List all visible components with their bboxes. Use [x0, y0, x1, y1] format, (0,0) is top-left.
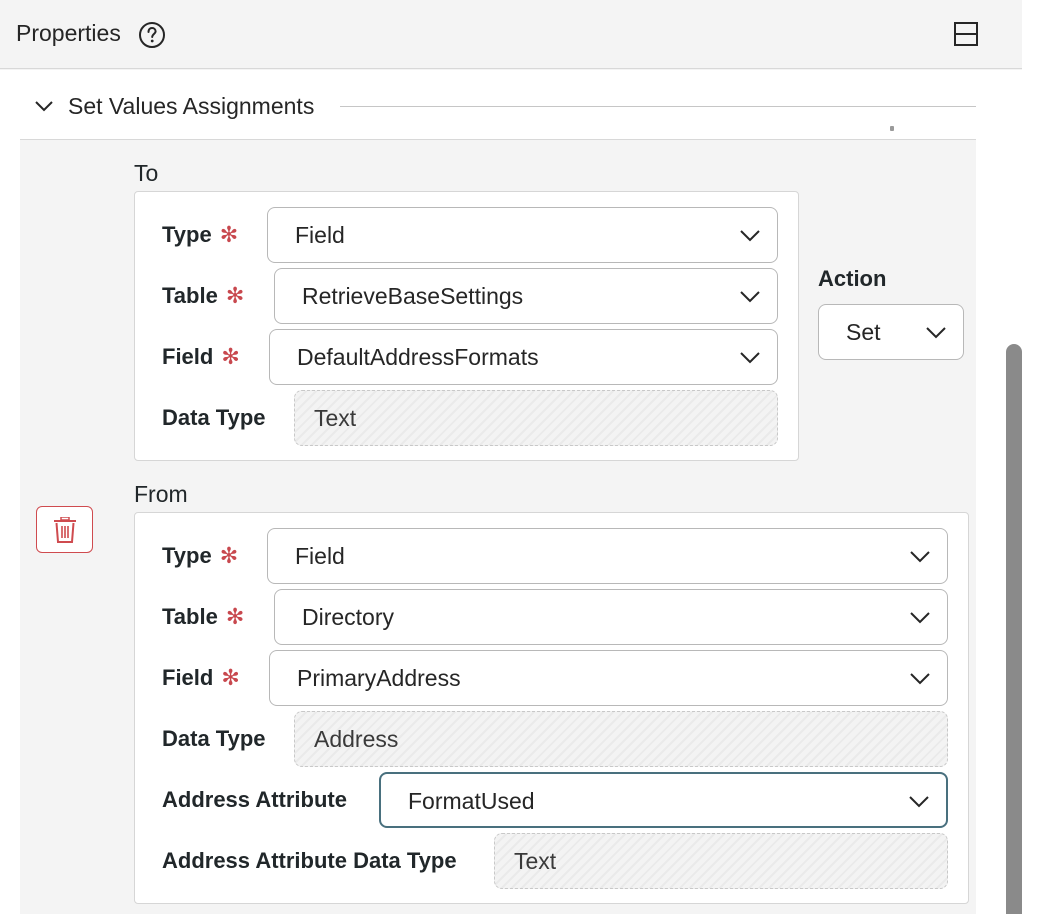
to-table-select[interactable]: RetrieveBaseSettings — [274, 268, 778, 324]
address-attribute-select[interactable]: FormatUsed — [379, 772, 948, 828]
required-icon: ✻ — [225, 283, 245, 308]
required-icon: ✻ — [219, 543, 239, 568]
to-field-label: Field ✻ — [162, 344, 240, 369]
chevron-down-icon — [910, 612, 930, 624]
to-type-select[interactable]: Field — [267, 207, 778, 263]
chevron-down-icon — [740, 230, 760, 242]
chevron-down-icon — [740, 352, 760, 364]
to-field-select[interactable]: DefaultAddressFormats — [269, 329, 778, 385]
chevron-down-icon — [909, 796, 929, 808]
scrollbar-thumb[interactable] — [1006, 344, 1022, 914]
delete-assignment-button[interactable] — [36, 506, 93, 553]
from-type-label: Type ✻ — [162, 543, 239, 568]
section-title[interactable]: Set Values Assignments — [68, 93, 314, 120]
address-attribute-label: Address Attribute — [162, 787, 347, 812]
required-icon: ✻ — [225, 604, 245, 629]
chevron-down-icon — [910, 551, 930, 563]
from-table-label: Table ✻ — [162, 604, 245, 629]
scroll-hint-mark — [890, 126, 894, 131]
from-group-label: From — [134, 481, 188, 507]
address-attribute-data-type-label: Address Attribute Data Type — [162, 848, 457, 873]
from-data-type-label: Data Type — [162, 726, 266, 751]
from-table-select[interactable]: Directory — [274, 589, 948, 645]
action-select[interactable]: Set — [818, 304, 964, 360]
help-circle-icon[interactable] — [138, 21, 166, 49]
chevron-down-icon[interactable] — [32, 94, 56, 118]
from-field-label: Field ✻ — [162, 665, 240, 690]
panel-title: Properties — [16, 20, 121, 46]
required-icon: ✻ — [221, 665, 240, 690]
to-table-label: Table ✻ — [162, 283, 245, 308]
trash-icon — [54, 517, 76, 543]
required-icon: ✻ — [221, 344, 240, 369]
to-type-label: Type ✻ — [162, 222, 239, 247]
section-divider — [340, 106, 976, 107]
to-group-label: To — [134, 160, 159, 186]
chevron-down-icon — [740, 291, 760, 303]
address-attribute-data-type-value: Text — [494, 833, 948, 889]
properties-header: Properties — [0, 0, 1022, 69]
to-data-type-value: Text — [294, 390, 778, 446]
scrollbar-track[interactable] — [1022, 0, 1048, 914]
action-label: Action — [818, 266, 887, 291]
chevron-down-icon — [926, 327, 946, 339]
chevron-down-icon — [910, 673, 930, 685]
from-data-type-value: Address — [294, 711, 948, 767]
from-type-select[interactable]: Field — [267, 528, 948, 584]
panel-layout-icon[interactable] — [953, 21, 979, 47]
to-data-type-label: Data Type — [162, 405, 266, 430]
from-field-select[interactable]: PrimaryAddress — [269, 650, 948, 706]
required-icon: ✻ — [219, 222, 239, 247]
